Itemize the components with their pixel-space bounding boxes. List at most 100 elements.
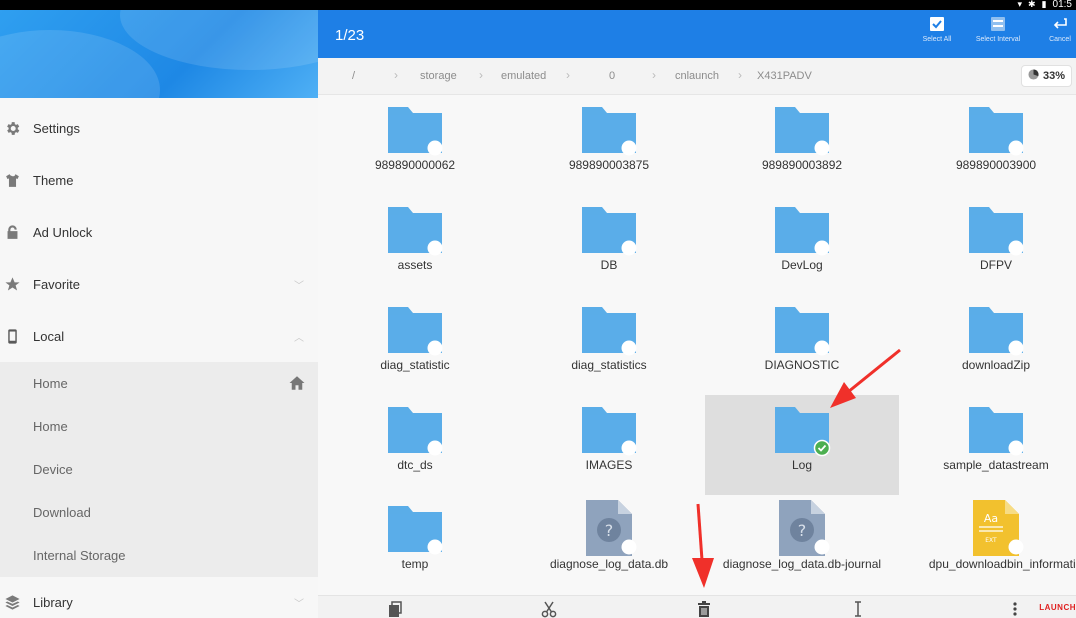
- cut-icon[interactable]: [540, 600, 558, 618]
- file-item[interactable]: DB: [512, 195, 706, 295]
- file-item[interactable]: Aa EXT dpu_downloadbin_information.txt: [899, 494, 1076, 594]
- file-item[interactable]: DevLog: [705, 195, 899, 295]
- folder-icon: [580, 401, 638, 457]
- file-name: 989890003875: [568, 158, 650, 172]
- file-name: sample_datastream: [943, 458, 1049, 472]
- shirt-icon: [2, 170, 22, 190]
- file-item[interactable]: 989890003875: [512, 95, 706, 195]
- file-item[interactable]: DIAGNOSTIC: [705, 295, 899, 395]
- file-item[interactable]: ? diagnose_log_data.db: [512, 494, 706, 594]
- file-item[interactable]: diag_statistics: [512, 295, 706, 395]
- folder-icon: [386, 500, 444, 556]
- file-item[interactable]: 989890000062: [318, 95, 512, 195]
- navigation-drawer: Settings Theme Ad Unlock Favorite ﹀ Loca…: [0, 10, 318, 618]
- select-interval-icon: [990, 16, 1006, 32]
- lock-icon: [2, 222, 22, 242]
- drawer-item-ad-unlock[interactable]: Ad Unlock: [0, 206, 318, 258]
- folder-icon: [580, 301, 638, 357]
- delete-icon[interactable]: [695, 600, 713, 618]
- cancel-button[interactable]: Cancel: [1030, 16, 1076, 43]
- file-name: diagnose_log_data.db: [549, 557, 669, 571]
- file-grid: 989890000062 989890003875 989890003892 9898…: [318, 95, 1076, 595]
- chevron-down-icon[interactable]: ﹀: [294, 595, 304, 610]
- drawer-item-label: Ad Unlock: [33, 224, 93, 240]
- file-item[interactable]: temp: [318, 494, 512, 594]
- chevron-down-icon[interactable]: ﹀: [294, 277, 304, 292]
- bottom-action-bar: LAUNCH: [318, 595, 1076, 618]
- layers-icon: [2, 592, 22, 612]
- chevron-right-icon: ›: [566, 68, 570, 82]
- local-item-home-2[interactable]: Home: [0, 405, 318, 448]
- local-item-label: Download: [33, 505, 91, 520]
- crumb-storage[interactable]: storage: [420, 70, 457, 82]
- breadcrumb: / › storage › emulated › 0 › cnlaunch › …: [318, 58, 1076, 95]
- file-item[interactable]: Log: [705, 395, 899, 495]
- folder-icon: [773, 301, 831, 357]
- status-bar: ▾ ✱ ▮ 01:5: [0, 0, 1076, 10]
- file-item[interactable]: downloadZip: [899, 295, 1076, 395]
- text-file-icon: Aa EXT: [967, 500, 1025, 556]
- drawer-header: [0, 10, 318, 98]
- drawer-item-label: Library: [33, 594, 73, 610]
- file-manager-screen: ▾ ✱ ▮ 01:5 Settings Theme Ad Unlock Favo…: [0, 0, 1076, 618]
- rename-icon[interactable]: [849, 600, 867, 618]
- file-item[interactable]: diag_statistic: [318, 295, 512, 395]
- wifi-icon: ▾: [1017, 0, 1023, 9]
- status-clock: 01:5: [1052, 0, 1072, 10]
- local-item-download[interactable]: Download: [0, 491, 318, 534]
- unknown-file-icon: ?: [773, 500, 831, 556]
- crumb-root[interactable]: /: [352, 70, 355, 82]
- folder-icon: [773, 101, 831, 157]
- file-item[interactable]: DFPV: [899, 195, 1076, 295]
- copy-icon[interactable]: [386, 600, 404, 618]
- chevron-right-icon: ›: [652, 68, 656, 82]
- local-item-home[interactable]: Home: [0, 362, 318, 405]
- local-item-label: Home: [33, 419, 68, 434]
- drawer-item-label: Settings: [33, 120, 80, 136]
- file-name: downloadZip: [961, 358, 1031, 372]
- more-vertical-icon[interactable]: [1006, 600, 1024, 618]
- storage-usage-value: 33%: [1042, 70, 1065, 82]
- drawer-item-favorite[interactable]: Favorite ﹀: [0, 258, 318, 310]
- storage-usage-badge[interactable]: 33%: [1020, 65, 1072, 87]
- local-submenu: Home Home Device Download Internal Stora…: [0, 362, 318, 577]
- brand-logo: LAUNCH: [1039, 603, 1076, 612]
- drawer-item-local[interactable]: Local ︿: [0, 310, 318, 362]
- file-item[interactable]: dtc_ds: [318, 395, 512, 495]
- drawer-item-label: Local: [33, 328, 65, 344]
- file-item[interactable]: 989890003900: [899, 95, 1076, 195]
- select-interval-button[interactable]: Select Interval: [968, 16, 1028, 43]
- svg-text:?: ?: [798, 521, 807, 540]
- star-icon: [2, 274, 22, 294]
- crumb-x431padv[interactable]: X431PADV: [757, 70, 812, 82]
- pie-chart-icon: [1028, 69, 1039, 83]
- drawer-item-theme[interactable]: Theme: [0, 154, 318, 206]
- undo-icon: [1052, 16, 1068, 32]
- drawer-item-library[interactable]: Library ﹀: [0, 577, 318, 618]
- gear-icon: [2, 118, 22, 138]
- chevron-right-icon: ›: [738, 68, 742, 82]
- file-item[interactable]: 989890003892: [705, 95, 899, 195]
- chevron-right-icon: ›: [394, 68, 398, 82]
- drawer-menu: Settings Theme Ad Unlock Favorite ﹀ Loca…: [0, 102, 318, 618]
- file-item[interactable]: assets: [318, 195, 512, 295]
- home-icon[interactable]: [288, 374, 306, 392]
- svg-text:Aa: Aa: [984, 512, 998, 525]
- drawer-item-settings[interactable]: Settings: [0, 102, 318, 154]
- file-item[interactable]: sample_datastream: [899, 395, 1076, 495]
- drawer-item-label: Theme: [33, 172, 74, 188]
- crumb-0[interactable]: 0: [609, 70, 615, 82]
- file-name: assets: [397, 258, 433, 272]
- svg-text:?: ?: [605, 521, 614, 540]
- crumb-emulated[interactable]: emulated: [501, 70, 546, 82]
- crumb-cnlaunch[interactable]: cnlaunch: [675, 70, 719, 82]
- file-item[interactable]: IMAGES: [512, 395, 706, 495]
- file-name: DIAGNOSTIC: [764, 358, 840, 372]
- local-item-device[interactable]: Device: [0, 448, 318, 491]
- local-item-internal-storage[interactable]: Internal Storage: [0, 534, 318, 577]
- folder-icon: [773, 401, 831, 457]
- file-name: diag_statistics: [571, 358, 647, 372]
- select-all-button[interactable]: Select All: [907, 16, 967, 43]
- file-item[interactable]: ? diagnose_log_data.db-journal: [705, 494, 899, 594]
- chevron-up-icon[interactable]: ︿: [294, 329, 304, 344]
